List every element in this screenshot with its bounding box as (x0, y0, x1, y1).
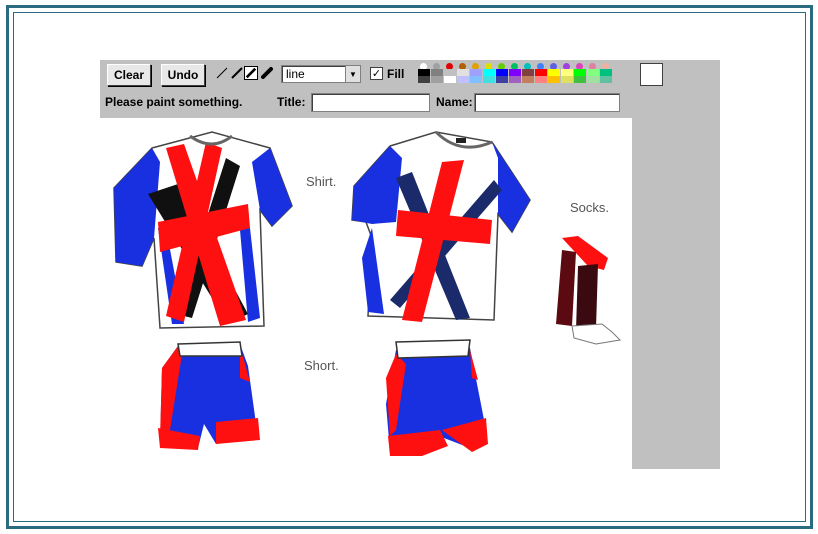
name-label: Name: (436, 95, 473, 109)
socks-drawing (556, 236, 622, 345)
name-input[interactable] (474, 93, 620, 112)
palette-swatch[interactable] (535, 76, 547, 83)
palette-swatch[interactable] (457, 69, 469, 76)
palette-swatch[interactable] (548, 69, 560, 76)
palette-swatch[interactable] (548, 76, 560, 83)
fill-checkbox[interactable]: ✓ (370, 67, 383, 80)
palette-swatch[interactable] (418, 69, 430, 76)
palette-swatch[interactable] (574, 76, 586, 83)
title-input[interactable] (311, 93, 430, 112)
drawing-canvas[interactable]: Shirt. Socks. Short. (100, 118, 632, 469)
fill-label: Fill (387, 67, 405, 81)
palette-swatch[interactable] (418, 76, 430, 83)
palette-swatch[interactable] (574, 69, 586, 76)
shape-select[interactable]: line ▼ (281, 65, 361, 83)
palette-swatch[interactable] (509, 76, 521, 83)
palette-swatch[interactable] (509, 69, 521, 76)
palette-swatch[interactable] (457, 76, 469, 83)
palette-swatch[interactable] (444, 76, 456, 83)
palette-swatch[interactable] (483, 69, 495, 76)
status-message: Please paint something. (105, 95, 243, 109)
palette-swatch[interactable] (444, 69, 456, 76)
palette-swatch[interactable] (561, 76, 573, 83)
clear-button[interactable]: Clear (107, 64, 151, 86)
pen-tool-icon[interactable] (244, 66, 258, 80)
shorts-front-drawing (158, 341, 260, 450)
palette-swatch[interactable] (522, 76, 534, 83)
palette-swatch[interactable] (535, 69, 547, 76)
palette-swatch[interactable] (587, 69, 599, 76)
shirt-back-drawing (351, 130, 531, 322)
palette-swatch[interactable] (483, 76, 495, 83)
palette-swatch[interactable] (431, 76, 443, 83)
paint-applet: Clear Undo line ▼ ✓ Fill Please paint so… (100, 60, 720, 469)
palette-swatch[interactable] (431, 69, 443, 76)
current-color-swatch (640, 63, 663, 86)
undo-button[interactable]: Undo (161, 64, 205, 86)
thick-line-tool-icon[interactable] (230, 66, 244, 80)
chevron-down-icon[interactable]: ▼ (345, 66, 360, 82)
palette-swatch[interactable] (561, 69, 573, 76)
palette-swatch[interactable] (600, 76, 612, 83)
palette-swatch[interactable] (470, 69, 482, 76)
thin-line-tool-icon[interactable] (215, 66, 229, 80)
palette-swatch[interactable] (470, 76, 482, 83)
shorts-back-drawing (386, 339, 488, 456)
palette-swatch[interactable] (496, 69, 508, 76)
title-label: Title: (277, 95, 306, 109)
painted-kit-drawing (113, 130, 622, 456)
palette-swatch[interactable] (522, 69, 534, 76)
shirt-front-drawing (113, 131, 293, 329)
palette-swatch[interactable] (587, 76, 599, 83)
brush-tool-icon[interactable] (260, 66, 274, 80)
shape-select-value: line (286, 67, 305, 81)
palette-swatch[interactable] (496, 76, 508, 83)
palette-swatch[interactable] (600, 69, 612, 76)
